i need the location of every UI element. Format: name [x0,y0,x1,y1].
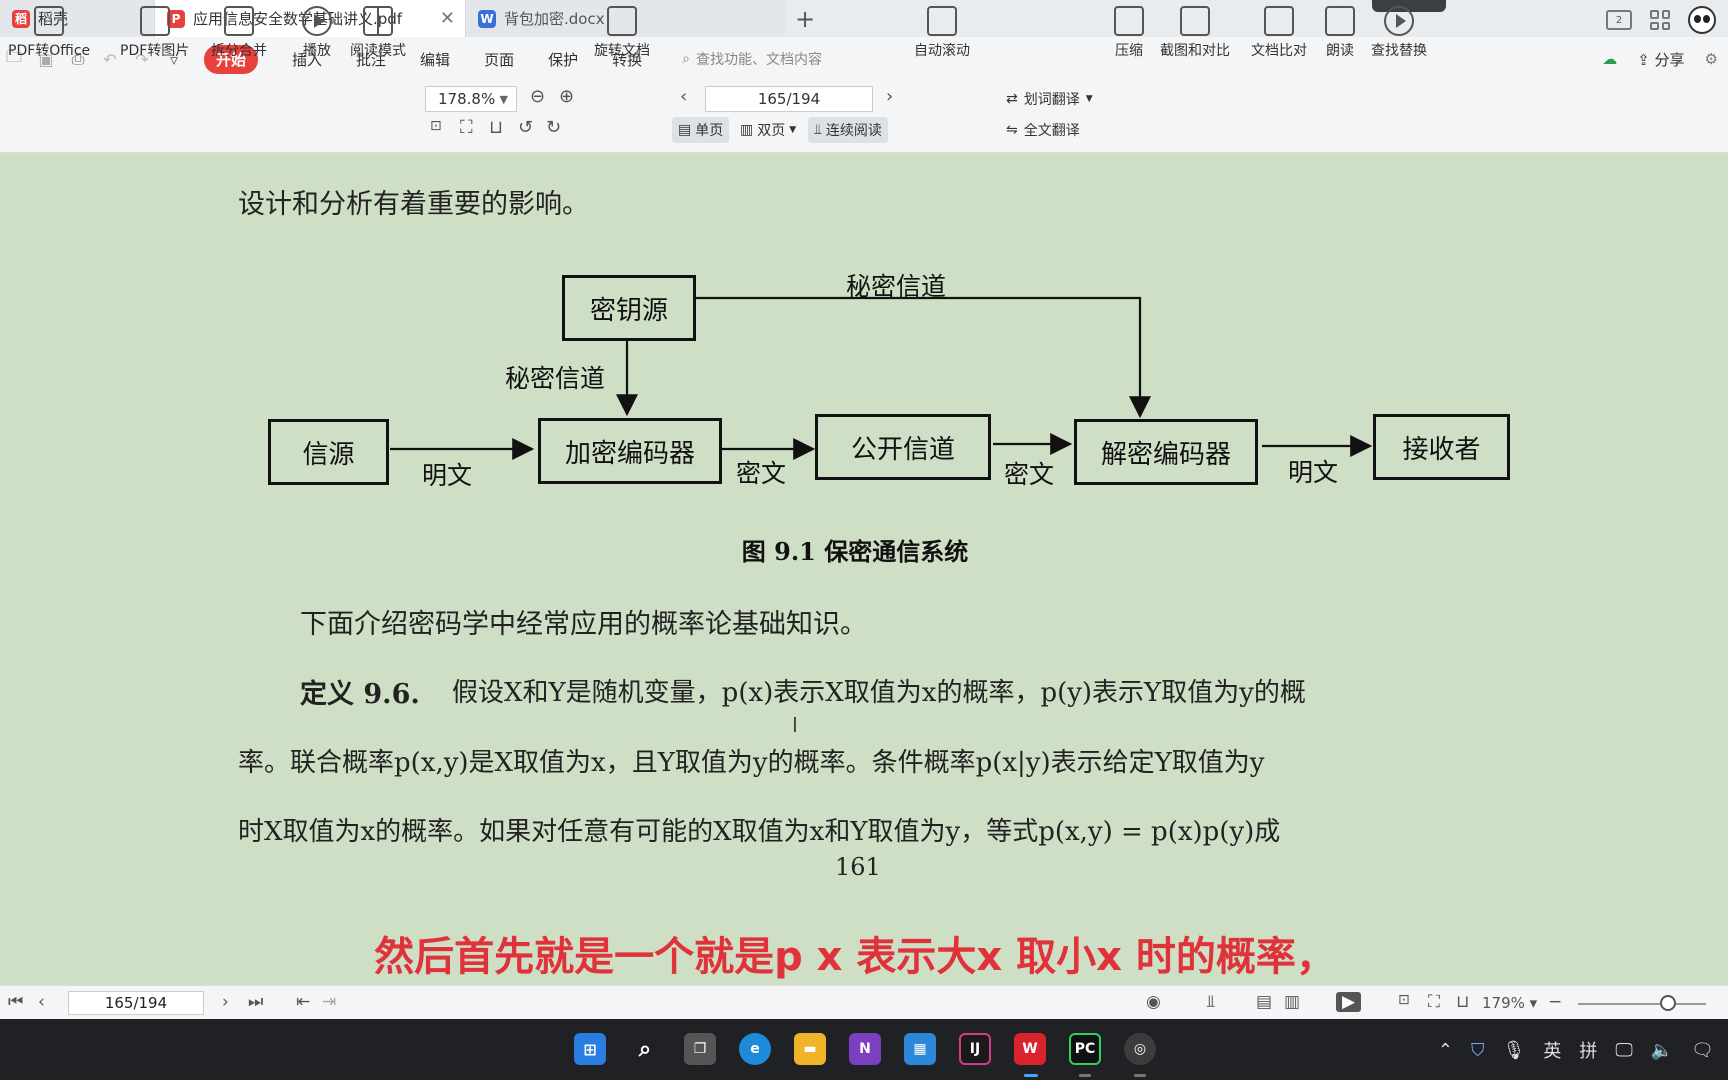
intellij-icon[interactable]: IJ [959,1033,991,1065]
notification-icon[interactable]: 🗨 [1691,1040,1714,1061]
public-channel-label: 公开信道 [850,434,955,465]
status-zoom-value: 179% [1482,994,1525,1012]
taskbar: ⊞ ⌕ ❐ e ▬ N ▦ IJ W PC ◎ ⌃ ⛉ 🎙 英 拼 🖵 🔈 🗨 [0,1019,1728,1080]
eye-protection-icon[interactable]: ◉ [1146,992,1161,1012]
video-subtitle: 然后首先就是一个就是p x 表示大x 取小x 时的概率， [374,934,1336,980]
running-indicator [1134,1074,1146,1077]
encoder-box: 加密编码器 [538,418,722,484]
continuous-view-icon[interactable]: ⫫ [1206,992,1216,1012]
fit-width-icon[interactable]: ⊔ [1456,992,1469,1012]
ciphertext-label: 密文 [1004,460,1055,489]
single-page-icon[interactable]: ▤ [1256,992,1272,1012]
ime-mode[interactable]: 拼 [1579,1037,1597,1063]
chevron-up-icon[interactable]: ⌃ [1438,1040,1453,1061]
last-page-icon[interactable]: ⏭ [248,992,263,1012]
plaintext-label: 明文 [1288,458,1339,487]
source-box: 信源 [268,419,389,485]
wps-office-icon[interactable]: W [1014,1033,1046,1065]
ciphertext-label: 密文 [736,459,787,488]
next-page-icon[interactable]: › [222,992,229,1012]
paragraph-line: 时X取值为x的概率。如果对任意有可能的X取值为x和Y取值为y，等式p(x,y) … [238,817,1281,847]
double-page-icon[interactable]: ▥ [1284,992,1300,1012]
status-bar: ⏮ ‹ 165/194 › ⏭ ⇤ ⇥ ◉ ⫫ ▤ ▥ ▶ ⊡ ⛶ ⊔ 179%… [0,985,1728,1019]
paragraph-line: 率。联合概率p(x,y)是X取值为x，且Y取值为y的概率。条件概率p(x|y)表… [238,748,1265,778]
receiver-label: 接收者 [1402,434,1481,465]
paragraph-line: 假设X和Y是随机变量，p(x)表示X取值为x的概率，p(y)表示Y取值为y的概 [452,678,1306,708]
status-page-input[interactable]: 165/194 [68,991,204,1015]
public-channel-box: 公开信道 [815,414,991,480]
decoder-box: 解密编码器 [1074,419,1258,485]
arrow-key-to-decoder [696,296,1151,419]
forward-icon[interactable]: ⇥ [322,992,336,1012]
secret-channel-label: 秘密信道 [846,272,947,301]
onenote-icon[interactable]: N [849,1033,881,1065]
first-page-icon[interactable]: ⏮ [8,992,23,1012]
encoder-label: 加密编码器 [564,438,695,469]
shield-icon[interactable]: ⛉ [1471,1040,1485,1061]
secret-channel-label: 秘密信道 [505,364,606,393]
zoom-out-icon[interactable]: − [1548,992,1562,1012]
key-source-label: 密钥源 [589,295,668,326]
fit-page-icon[interactable]: ⛶ [1428,992,1440,1012]
pycharm-icon[interactable]: PC [1069,1033,1101,1065]
zoom-slider-handle[interactable] [1660,995,1676,1011]
text-cursor-icon: I [792,713,798,737]
plaintext-label: 明文 [422,461,473,490]
back-icon[interactable]: ⇤ [296,992,310,1012]
actual-size-icon[interactable]: ⊡ [1398,992,1410,1008]
status-zoom[interactable]: 179% ▾ [1482,994,1537,1012]
system-tray: ⌃ ⛉ 🎙 英 拼 🖵 🔈 🗨 [1438,1037,1714,1063]
store-icon[interactable]: ▦ [904,1033,936,1065]
edge-browser-icon[interactable]: e [739,1033,771,1065]
key-source-box: 密钥源 [562,275,696,341]
figure-caption: 图 9.1 保密通信系统 [741,537,969,566]
paragraph-line: 下面介绍密码学中经常应用的概率论基础知识。 [300,609,867,640]
microphone-icon[interactable]: 🎙 [1503,1040,1526,1061]
windows-start-icon[interactable]: ⊞ [574,1033,606,1065]
task-view-icon[interactable]: ❐ [684,1033,716,1065]
network-icon[interactable]: 🖵 [1615,1040,1632,1061]
file-explorer-icon[interactable]: ▬ [794,1033,826,1065]
volume-icon[interactable]: 🔈 [1651,1040,1673,1061]
source-label: 信源 [302,439,355,470]
definition-label: 定义 9.6. [300,679,420,710]
previous-page-icon[interactable]: ‹ [38,992,45,1012]
play-icon[interactable]: ▶ [1336,992,1362,1012]
obs-icon[interactable]: ◎ [1124,1033,1156,1065]
zoom-slider[interactable] [1578,1003,1706,1005]
running-indicator [1079,1074,1091,1077]
page-number: 161 [835,853,881,881]
search-icon[interactable]: ⌕ [629,1033,661,1065]
active-indicator [1024,1074,1038,1077]
ime-language[interactable]: 英 [1543,1037,1561,1063]
decoder-label: 解密编码器 [1100,439,1231,470]
receiver-box: 接收者 [1373,414,1510,480]
status-page-value: 165/194 [104,994,168,1012]
